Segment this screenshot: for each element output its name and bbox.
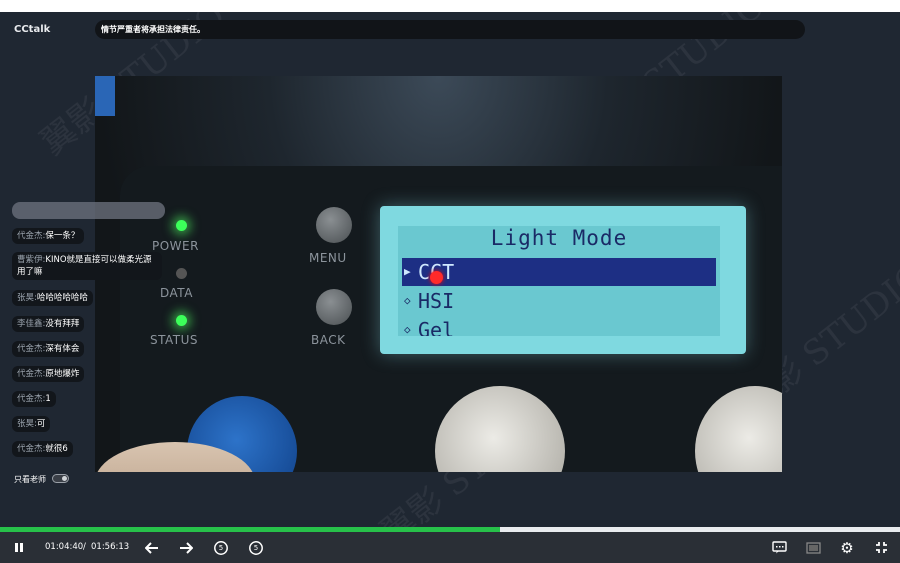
chat-message: 代金杰:保一条？ <box>12 228 85 244</box>
duration: 01:56:13 <box>91 542 130 552</box>
exit-fullscreen-icon <box>875 542 887 553</box>
current-time: 01:04:40 <box>45 542 84 552</box>
rewind-seconds: 5 <box>218 543 224 552</box>
power-led <box>176 220 187 231</box>
screen-icon <box>805 541 821 554</box>
previous-button[interactable] <box>142 532 162 563</box>
chat-message: 代金杰:就很6 <box>12 441 73 457</box>
chat-message: 张昊:哈哈哈哈哈哈 <box>12 290 93 306</box>
time-separator: / <box>83 542 86 552</box>
gear-icon: ⚙ <box>840 538 854 557</box>
lcd-title: Light Mode <box>490 226 628 250</box>
chat-message: 代金杰:1 <box>12 391 56 407</box>
lcd-item-cct: ▶CCT <box>402 258 716 286</box>
control-bar: 01:04:40 / 01:56:13 5 5 ⚙ <box>0 532 900 563</box>
menu-label: MENU <box>309 251 347 265</box>
pause-icon <box>15 543 23 552</box>
status-label: STATUS <box>150 333 199 347</box>
status-led <box>176 315 187 326</box>
back-label: BACK <box>311 333 346 347</box>
chat-message: 代金杰:深有体会 <box>12 341 85 357</box>
teacher-only-toggle[interactable] <box>52 474 69 483</box>
chat-message: 代金杰:原地爆炸 <box>12 366 85 382</box>
chat-message: 曹紫伊:KINO就是直接可以做柔光源用了嘛 <box>12 252 162 280</box>
settings-button[interactable]: ⚙ <box>836 532 858 563</box>
app-brand: CCtalk <box>14 24 51 35</box>
exit-fullscreen-button[interactable] <box>870 532 892 563</box>
forward-seconds: 5 <box>253 543 259 552</box>
menu-button <box>316 207 352 243</box>
danmaku-button[interactable] <box>768 532 790 563</box>
device-edge <box>95 76 115 116</box>
chat-header <box>12 202 165 219</box>
lcd-item-gel: ◇ Gel <box>404 318 455 336</box>
pointer-cursor <box>430 271 443 284</box>
teacher-only-label: 只看老师 <box>14 475 46 484</box>
next-button[interactable] <box>176 532 196 563</box>
data-label: DATA <box>160 286 193 300</box>
notice-banner: 情节严重者将承担法律责任。 <box>95 20 805 39</box>
video-area[interactable]: POWER DATA STATUS MENU BACK Light Mode ▶… <box>95 76 782 472</box>
rewind-5-button[interactable]: 5 <box>210 532 232 563</box>
arrow-right-icon <box>180 541 193 554</box>
arrow-left-icon <box>145 541 158 554</box>
picture-mode-button[interactable] <box>802 532 824 563</box>
power-label: POWER <box>152 239 199 253</box>
chat-bubble-icon <box>771 541 787 554</box>
data-led <box>176 268 187 279</box>
player-frame: 翼影 STUDIO 翼影 STUDIO 翼影 STUDIO 翼影 STUDIO … <box>0 12 900 530</box>
back-button <box>316 289 352 325</box>
forward-5-button[interactable]: 5 <box>245 532 267 563</box>
chat-message: 李佳鑫:没有拜拜 <box>12 316 85 332</box>
pause-button[interactable] <box>8 532 30 563</box>
lcd-item-hsi: ◇ HSI <box>404 289 455 313</box>
chat-message: 张昊:可 <box>12 416 51 432</box>
teacher-only-filter: 只看老师 <box>14 474 69 485</box>
